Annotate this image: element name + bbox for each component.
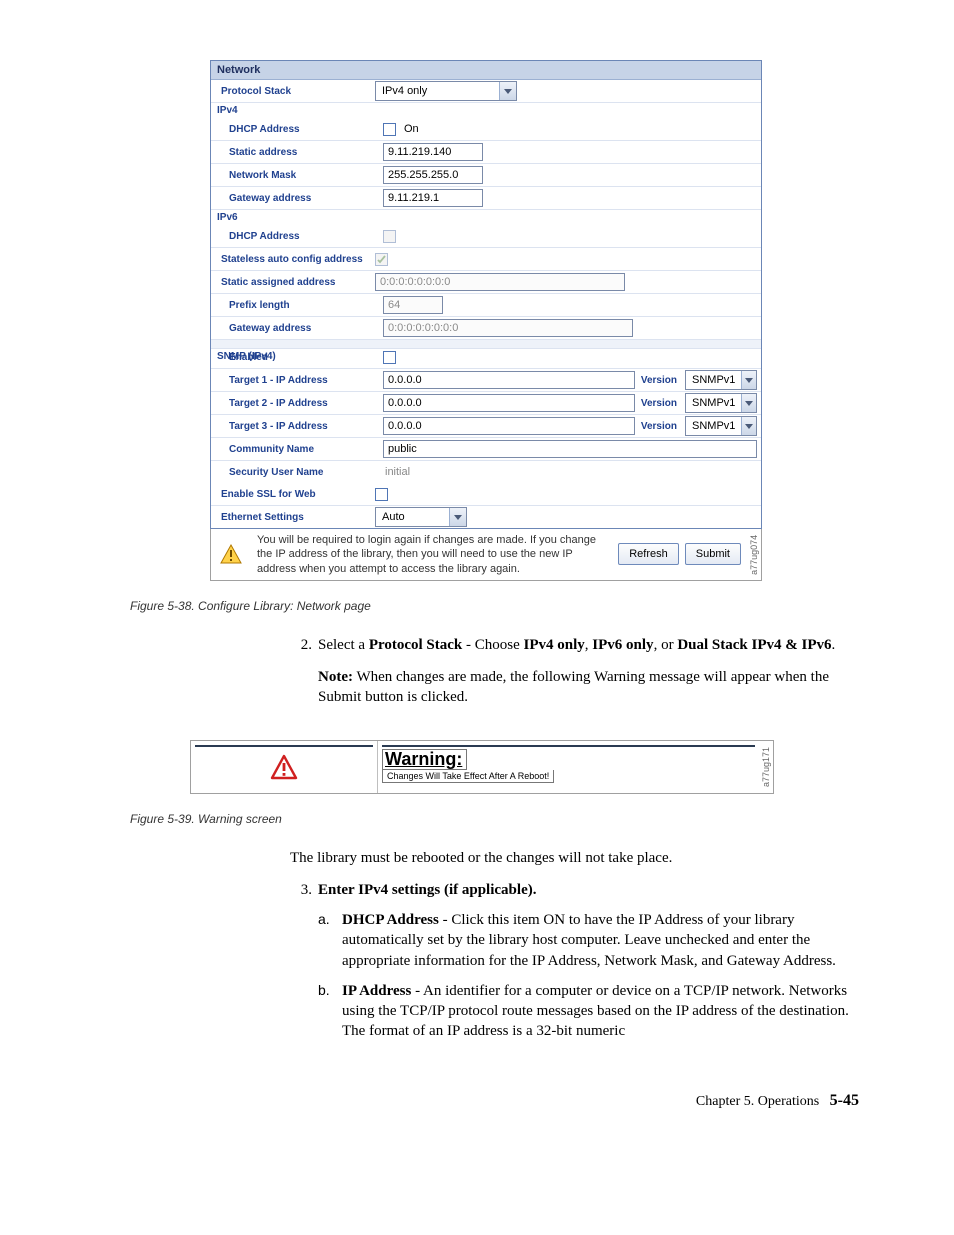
ipv4-mask-input[interactable] bbox=[383, 166, 483, 184]
chevron-down-icon bbox=[741, 394, 756, 412]
ipv4-static-label: Static address bbox=[211, 145, 383, 160]
ipv6-prefix-input bbox=[383, 296, 443, 314]
ipv4-gateway-label: Gateway address bbox=[211, 191, 383, 206]
ipv6-dhcp-label: DHCP Address bbox=[211, 229, 383, 244]
snmp-enabled-checkbox[interactable] bbox=[383, 351, 396, 364]
figure-5-39-caption: Figure 5-39. Warning screen bbox=[130, 812, 859, 826]
snmp-version1-select[interactable]: SNMPv1 bbox=[685, 370, 757, 390]
ipv6-gateway-label: Gateway address bbox=[211, 321, 383, 336]
refresh-button[interactable]: Refresh bbox=[618, 543, 679, 565]
step-3a: a. DHCP Address - Click this item ON to … bbox=[318, 910, 859, 971]
panel-header: Network bbox=[211, 61, 761, 80]
warning-message: Changes Will Take Effect After A Reboot! bbox=[382, 770, 554, 783]
network-panel: Network Protocol Stack IPv4 only IPv4 DH… bbox=[210, 60, 762, 529]
protocol-stack-select[interactable]: IPv4 only bbox=[375, 81, 517, 101]
snmp-version2-label: Version bbox=[639, 398, 681, 409]
ipv4-gateway-input[interactable] bbox=[383, 189, 483, 207]
ethernet-label: Ethernet Settings bbox=[211, 510, 375, 525]
ssl-label: Enable SSL for Web bbox=[211, 487, 375, 502]
ipv4-dhcp-checkbox[interactable] bbox=[383, 123, 396, 136]
security-user-value: initial bbox=[383, 466, 410, 478]
step-3: 3. Enter IPv4 settings (if applicable). … bbox=[290, 880, 859, 1052]
submit-button[interactable]: Submit bbox=[685, 543, 741, 565]
figure-5-38-caption: Figure 5-38. Configure Library: Network … bbox=[130, 599, 859, 613]
footer-message: You will be required to login again if c… bbox=[251, 529, 612, 580]
snmp-target2-input[interactable] bbox=[383, 394, 635, 412]
instructions-cont: The library must be rebooted or the chan… bbox=[290, 848, 859, 1052]
note: Note: When changes are made, the followi… bbox=[318, 667, 859, 708]
snmp-target1-label: Target 1 - IP Address bbox=[211, 373, 383, 388]
ipv6-stateless-checkbox bbox=[375, 253, 388, 266]
figure-tag: a77ug171 bbox=[759, 741, 773, 793]
ipv4-section-label: IPv4 bbox=[211, 103, 761, 118]
chevron-down-icon bbox=[449, 508, 466, 526]
warning-title: Warning: bbox=[382, 749, 467, 770]
warning-triangle-icon bbox=[270, 754, 298, 780]
ipv6-dhcp-checkbox bbox=[383, 230, 396, 243]
snmp-version1-label: Version bbox=[639, 375, 681, 386]
ipv4-static-input[interactable] bbox=[383, 143, 483, 161]
ipv4-dhcp-label: DHCP Address bbox=[211, 122, 383, 137]
community-label: Community Name bbox=[211, 442, 383, 457]
warning-icon bbox=[211, 529, 251, 580]
step-2: 2. Select a Protocol Stack - Choose IPv4… bbox=[290, 635, 859, 726]
ipv6-static-label: Static assigned address bbox=[211, 275, 375, 290]
snmp-version3-select[interactable]: SNMPv1 bbox=[685, 416, 757, 436]
chevron-down-icon bbox=[741, 371, 756, 389]
ipv4-dhcp-on-label: On bbox=[400, 123, 419, 135]
protocol-stack-value: IPv4 only bbox=[376, 85, 499, 97]
ipv6-stateless-label: Stateless auto config address bbox=[211, 252, 375, 267]
step-3b: b. IP Address - An identifier for a comp… bbox=[318, 981, 859, 1042]
chevron-down-icon bbox=[741, 417, 756, 435]
page-footer: Chapter 5. Operations 5-45 bbox=[130, 1092, 859, 1110]
chevron-down-icon bbox=[499, 82, 516, 100]
snmp-target1-input[interactable] bbox=[383, 371, 635, 389]
snmp-target3-input[interactable] bbox=[383, 417, 635, 435]
snmp-version2-select[interactable]: SNMPv1 bbox=[685, 393, 757, 413]
snmp-enabled-label: Enabled bbox=[211, 350, 383, 365]
ssl-checkbox[interactable] bbox=[375, 488, 388, 501]
reboot-note: The library must be rebooted or the chan… bbox=[290, 848, 859, 868]
ipv6-section-label: IPv6 bbox=[211, 210, 761, 225]
snmp-target2-label: Target 2 - IP Address bbox=[211, 396, 383, 411]
ipv4-mask-label: Network Mask bbox=[211, 168, 383, 183]
ethernet-select[interactable]: Auto bbox=[375, 507, 467, 527]
figure-tag: a77ug074 bbox=[747, 529, 761, 580]
snmp-target3-label: Target 3 - IP Address bbox=[211, 419, 383, 434]
ipv6-gateway-input bbox=[383, 319, 633, 337]
instructions: 2. Select a Protocol Stack - Choose IPv4… bbox=[290, 635, 859, 726]
protocol-stack-label: Protocol Stack bbox=[211, 84, 375, 99]
ipv6-static-input bbox=[375, 273, 625, 291]
snmp-version3-label: Version bbox=[639, 421, 681, 432]
network-footer: You will be required to login again if c… bbox=[210, 529, 762, 581]
security-user-label: Security User Name bbox=[211, 465, 383, 480]
community-input[interactable] bbox=[383, 440, 757, 458]
warning-panel: Warning: Changes Will Take Effect After … bbox=[190, 740, 774, 794]
ipv6-prefix-label: Prefix length bbox=[211, 298, 383, 313]
